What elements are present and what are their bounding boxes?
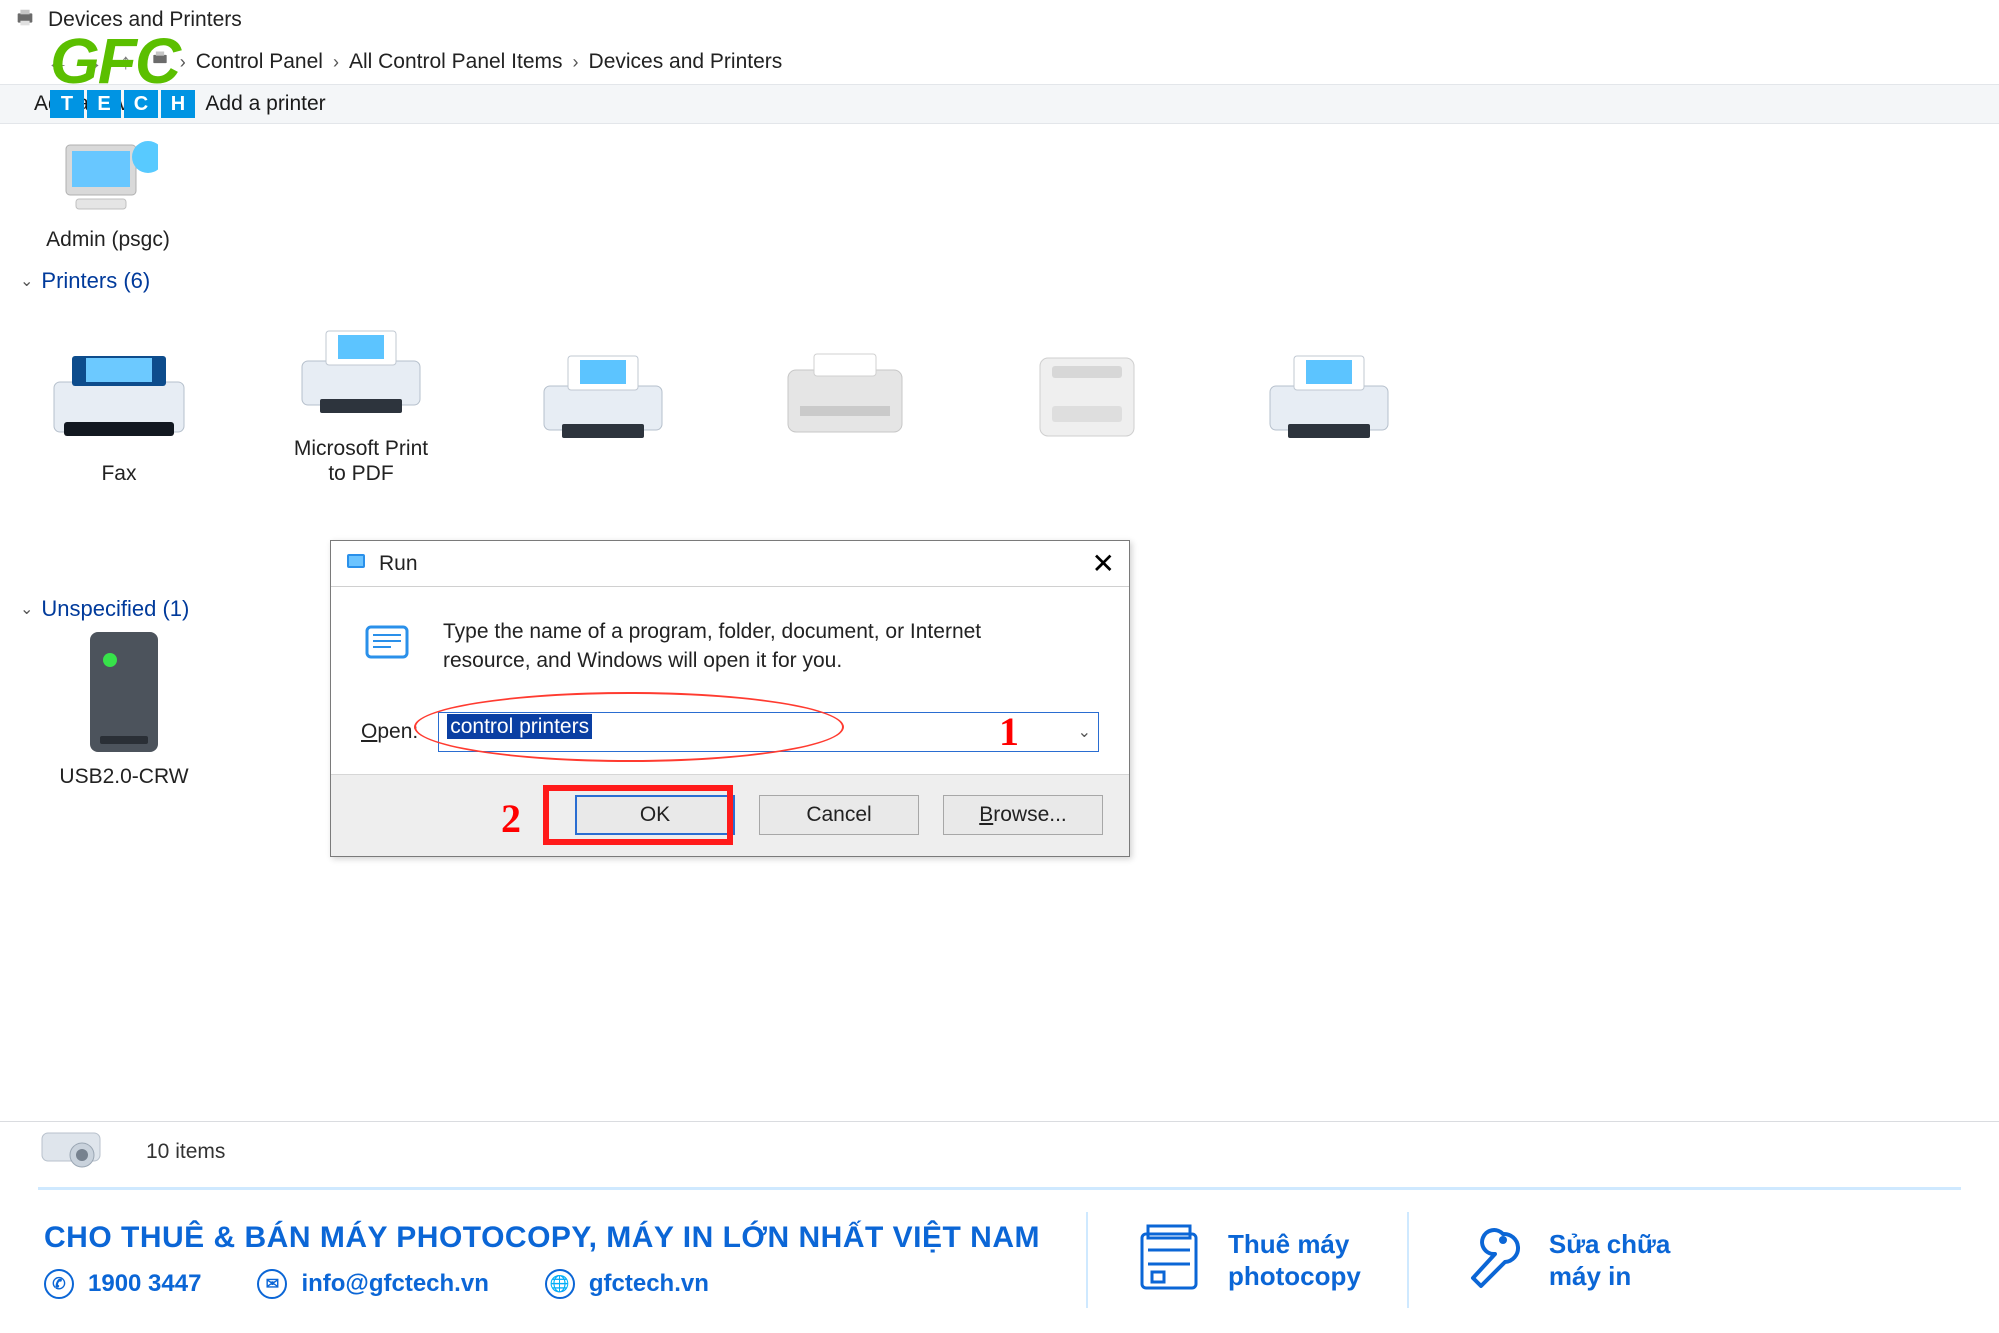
close-icon[interactable]: ✕ [1092, 547, 1115, 580]
printer-tile[interactable] [770, 331, 920, 486]
footer-separator [1407, 1212, 1409, 1308]
printers-section-header[interactable]: ⌄ Printers (6) [20, 268, 1989, 294]
devices-printers-icon [14, 7, 36, 34]
office-printer-icon [1012, 331, 1162, 451]
printer-label: Microsoft Print to PDF [286, 436, 436, 486]
device-tile[interactable]: Admin (psgc) [38, 136, 178, 252]
open-input-value: control printers [447, 714, 592, 739]
breadcrumb-item[interactable]: Devices and Printers [589, 50, 783, 74]
printer-label: Fax [101, 461, 136, 486]
computer-icon [48, 136, 168, 222]
printer-tile[interactable]: Microsoft Print to PDF [286, 306, 436, 486]
breadcrumb-sep: › [573, 52, 579, 73]
open-label: Open: [361, 720, 418, 744]
chevron-down-icon[interactable]: ⌄ [1078, 722, 1091, 742]
printer-icon [528, 331, 678, 451]
unspecified-label: USB2.0-CRW [59, 764, 188, 789]
titlebar: Devices and Printers [0, 0, 1999, 40]
unspecified-header-text: Unspecified (1) [41, 596, 189, 622]
printer-label [1084, 461, 1090, 486]
footer-repair-col[interactable]: Sửa chữamáy in [1455, 1220, 1670, 1300]
cancel-button[interactable]: Cancel [759, 795, 919, 835]
footer-separator [1086, 1212, 1088, 1308]
printer-tile[interactable] [1012, 331, 1162, 486]
footer-email[interactable]: ✉ info@gfctech.vn [257, 1269, 488, 1299]
run-icon [345, 550, 367, 578]
printer-label [600, 461, 606, 486]
annotation-1: 1 [999, 708, 1019, 755]
browse-button[interactable]: Browse... [943, 795, 1103, 835]
breadcrumb-item[interactable]: Control Panel [196, 50, 323, 74]
footer-rent-col[interactable]: Thuê máyphotocopy [1134, 1220, 1361, 1300]
printer-icon [286, 306, 436, 426]
phone-icon: ✆ [44, 1269, 74, 1299]
wrench-icon [1455, 1220, 1525, 1300]
chevron-down-icon: ⌄ [20, 599, 33, 619]
run-title-text: Run [379, 552, 418, 576]
chevron-down-icon: ⌄ [20, 271, 33, 291]
printers-header-text: Printers (6) [41, 268, 150, 294]
annotation-2: 2 [501, 795, 521, 842]
add-printer-link[interactable]: Add a printer [205, 92, 325, 116]
footer-phone[interactable]: ✆ 1900 3447 [44, 1269, 201, 1299]
ok-button[interactable]: OK [575, 795, 735, 835]
footer-headline: CHO THUÊ & BÁN MÁY PHOTOCOPY, MÁY IN LỚN… [44, 1221, 1040, 1255]
run-large-icon [361, 617, 413, 674]
status-item-count: 10 items [146, 1140, 225, 1164]
mail-icon: ✉ [257, 1269, 287, 1299]
printer-tile[interactable] [1254, 331, 1404, 486]
breadcrumb-item[interactable]: All Control Panel Items [349, 50, 563, 74]
drive-icon [49, 634, 199, 754]
footer-divider [38, 1187, 1961, 1190]
breadcrumb-sep: › [333, 52, 339, 73]
run-titlebar: Run ✕ [331, 541, 1129, 587]
device-label: Admin (psgc) [46, 228, 170, 252]
run-dialog: Run ✕ Type the name of a program, folder… [330, 540, 1130, 857]
address-bar[interactable]: ← → ↑ › Control Panel › All Control Pane… [0, 40, 1999, 84]
printer-label [842, 461, 848, 486]
logo-brand: GFC [50, 34, 198, 88]
printer-tile-fax[interactable]: Fax [44, 331, 194, 486]
printer-icon [1254, 331, 1404, 451]
logo-tech: TECH [50, 90, 198, 118]
printer-tile[interactable] [528, 331, 678, 486]
run-button-row: 2 OK Cancel Browse... [331, 774, 1129, 856]
run-message: Type the name of a program, folder, docu… [443, 617, 1063, 676]
camera-icon [36, 1125, 106, 1179]
printers-row: Fax Microsoft Print to PDF [10, 306, 1989, 486]
status-bar: 10 items [0, 1121, 1999, 1181]
footer-left: CHO THUÊ & BÁN MÁY PHOTOCOPY, MÁY IN LỚN… [44, 1221, 1040, 1299]
globe-icon: 🌐 [545, 1269, 575, 1299]
toolbar: Add a device Add a printer [0, 84, 1999, 124]
footer: CHO THUÊ & BÁN MÁY PHOTOCOPY, MÁY IN LỚN… [0, 1181, 1999, 1333]
printer-label [1326, 461, 1332, 486]
laser-printer-icon [770, 331, 920, 451]
gfc-tech-logo: GFC TECH [50, 34, 198, 118]
footer-site[interactable]: 🌐 gfctech.vn [545, 1269, 709, 1299]
fax-icon [44, 331, 194, 451]
unspecified-tile[interactable]: USB2.0-CRW [44, 634, 204, 789]
copier-icon [1134, 1220, 1204, 1300]
